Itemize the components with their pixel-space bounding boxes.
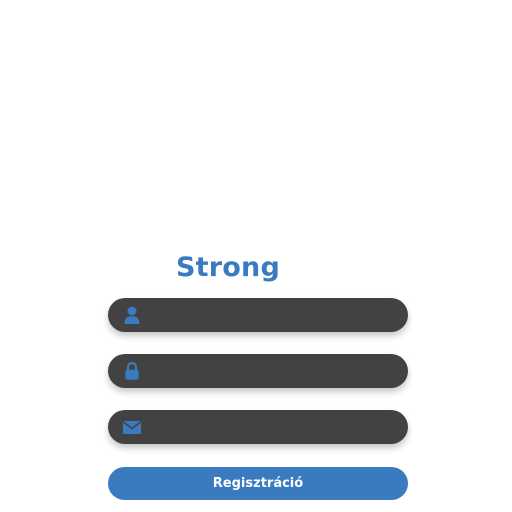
lock-icon — [122, 361, 142, 381]
username-input[interactable] — [152, 298, 392, 332]
register-button[interactable]: Regisztráció — [108, 467, 408, 500]
user-icon — [122, 305, 142, 325]
registration-page: Strong Regisztráció — [0, 0, 512, 512]
email-input[interactable] — [152, 410, 392, 444]
form-title: Strong — [176, 252, 280, 283]
password-field[interactable] — [108, 354, 408, 388]
password-input[interactable] — [152, 354, 392, 388]
envelope-icon — [122, 417, 142, 437]
email-field[interactable] — [108, 410, 408, 444]
username-field[interactable] — [108, 298, 408, 332]
